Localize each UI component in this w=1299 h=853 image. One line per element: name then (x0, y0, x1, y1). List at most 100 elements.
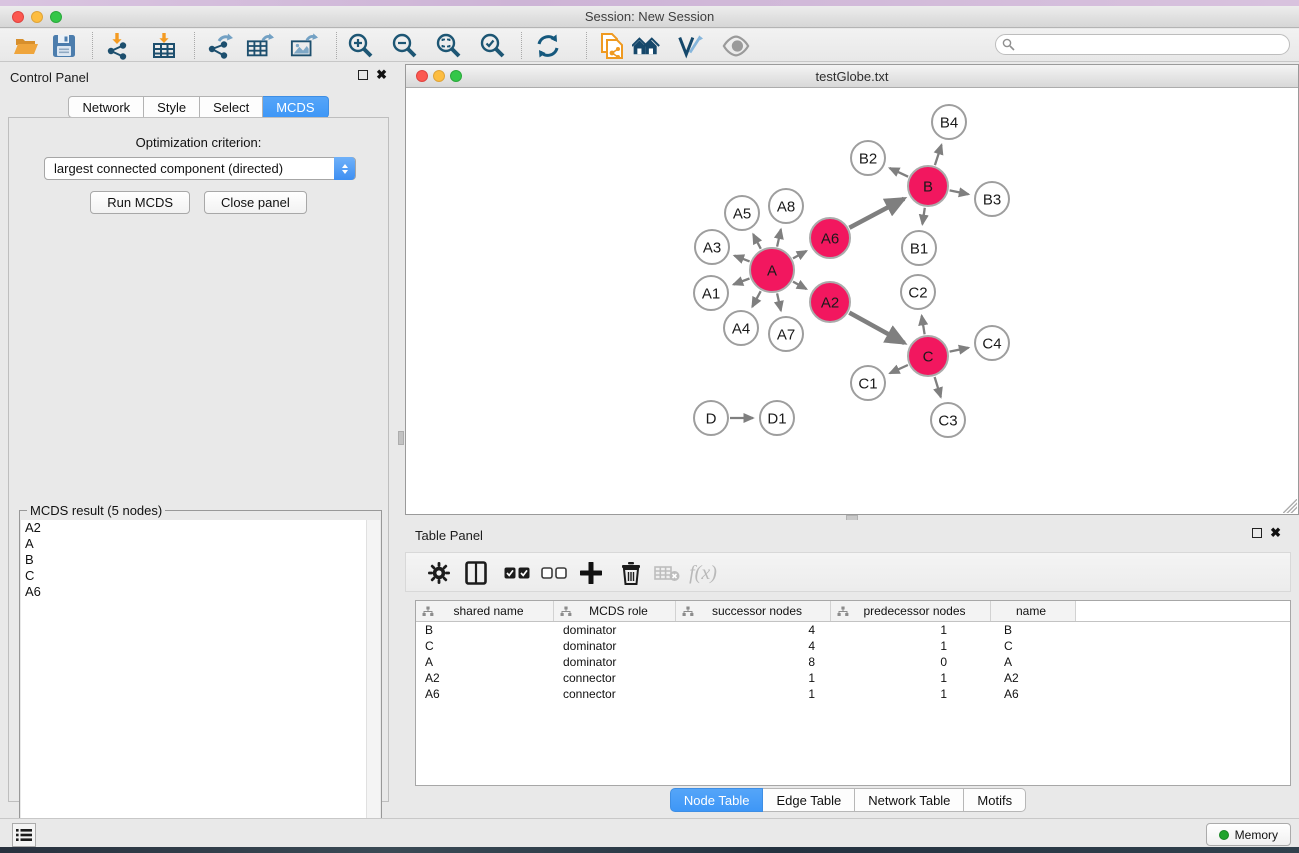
tab-motifs[interactable]: Motifs (964, 788, 1026, 812)
node-B2[interactable]: B2 (851, 141, 885, 175)
column-header-name[interactable]: name (991, 601, 1076, 621)
edge-B-B1[interactable] (922, 208, 924, 224)
edge-B-B2[interactable] (890, 168, 908, 177)
node-B[interactable]: B (908, 166, 948, 206)
open-file-icon[interactable] (12, 32, 40, 60)
tab-style[interactable]: Style (144, 96, 200, 118)
tab-network-table[interactable]: Network Table (855, 788, 964, 812)
cell[interactable]: 8 (676, 655, 831, 669)
edge-A-A1[interactable] (734, 279, 750, 285)
table-row[interactable]: Adominator80A (416, 654, 1290, 670)
node-B4[interactable]: B4 (932, 105, 966, 139)
float-panel-icon[interactable] (1252, 528, 1262, 538)
column-header-shared-name[interactable]: shared name (416, 601, 554, 621)
table-row[interactable]: A6connector11A6 (416, 686, 1290, 702)
zoom-in-icon[interactable] (347, 32, 375, 60)
cell[interactable]: A6 (416, 687, 554, 701)
close-panel-icon[interactable]: ✖ (1270, 528, 1281, 538)
node-A6[interactable]: A6 (810, 218, 850, 258)
criterion-dropdown[interactable]: largest connected component (directed) (44, 157, 356, 180)
cell[interactable]: A (416, 655, 554, 669)
cell[interactable]: dominator (554, 655, 676, 669)
node-B3[interactable]: B3 (975, 182, 1009, 216)
node-D1[interactable]: D1 (760, 401, 794, 435)
select-all-icon[interactable] (502, 559, 532, 587)
edge-A2-C[interactable] (849, 313, 904, 343)
node-A4[interactable]: A4 (724, 311, 758, 345)
close-panel-icon[interactable]: ✖ (376, 70, 387, 80)
task-history-button[interactable] (12, 823, 36, 847)
network-vertical-scrollbar[interactable] (398, 431, 404, 445)
cell[interactable]: A2 (991, 671, 1076, 685)
node-C2[interactable]: C2 (901, 275, 935, 309)
deselect-all-icon[interactable] (539, 559, 569, 587)
cell[interactable]: 4 (676, 623, 831, 637)
column-header-mcds-role[interactable]: MCDS role (554, 601, 676, 621)
result-item[interactable]: B (21, 552, 366, 568)
function-builder-icon[interactable]: f(x) (688, 559, 718, 587)
edge-A-A5[interactable] (753, 234, 761, 249)
delete-table-icon[interactable] (652, 559, 682, 587)
show-column-icon[interactable] (461, 559, 491, 587)
delete-column-icon[interactable] (616, 559, 646, 587)
cell[interactable]: B (416, 623, 554, 637)
run-mcds-button[interactable]: Run MCDS (90, 191, 190, 214)
edge-C-C3[interactable] (935, 377, 941, 397)
tab-mcds[interactable]: MCDS (263, 96, 328, 118)
edge-C-C2[interactable] (922, 316, 925, 335)
zoom-selected-icon[interactable] (479, 32, 507, 60)
node-A8[interactable]: A8 (769, 189, 803, 223)
node-B1[interactable]: B1 (902, 231, 936, 265)
add-column-icon[interactable] (576, 559, 606, 587)
cell[interactable]: dominator (554, 623, 676, 637)
node-D[interactable]: D (694, 401, 728, 435)
table-row[interactable]: A2connector11A2 (416, 670, 1290, 686)
tab-node-table[interactable]: Node Table (670, 788, 764, 812)
export-image-icon[interactable] (290, 32, 318, 60)
node-C3[interactable]: C3 (931, 403, 965, 437)
import-table-icon[interactable] (150, 32, 178, 60)
cell[interactable]: C (991, 639, 1076, 653)
memory-button[interactable]: Memory (1206, 823, 1291, 846)
result-scrollbar[interactable] (366, 520, 380, 849)
cell[interactable]: A6 (991, 687, 1076, 701)
node-A5[interactable]: A5 (725, 196, 759, 230)
cell[interactable]: A2 (416, 671, 554, 685)
node-A7[interactable]: A7 (769, 317, 803, 351)
column-header-successor-nodes[interactable]: successor nodes (676, 601, 831, 621)
cell[interactable]: 1 (831, 623, 991, 637)
cell[interactable]: 1 (676, 671, 831, 685)
result-item[interactable]: A6 (21, 584, 366, 600)
edge-A-A4[interactable] (752, 291, 760, 307)
edge-C-C1[interactable] (890, 365, 908, 373)
edge-B-B4[interactable] (935, 145, 942, 165)
hide-graphics-details-icon[interactable] (676, 32, 704, 60)
edge-A-A3[interactable] (734, 256, 749, 262)
edge-A-A7[interactable] (777, 293, 781, 310)
tab-select[interactable]: Select (200, 96, 263, 118)
export-table-icon[interactable] (246, 32, 274, 60)
network-canvas[interactable]: B4B2BB3A8A5A6A3B1AA1C2A2A4A7C4CC1C3DD1 (406, 88, 1298, 514)
table-row[interactable]: Bdominator41B (416, 622, 1290, 638)
edge-B-B3[interactable] (950, 190, 969, 194)
cell[interactable]: 1 (831, 671, 991, 685)
search-input[interactable] (1020, 36, 1282, 53)
result-item[interactable]: A2 (21, 520, 366, 536)
result-item[interactable]: A (21, 536, 366, 552)
zoom-out-icon[interactable] (391, 32, 419, 60)
column-header-predecessor-nodes[interactable]: predecessor nodes (831, 601, 991, 621)
node-table[interactable]: shared nameMCDS rolesuccessor nodesprede… (415, 600, 1291, 786)
cell[interactable]: B (991, 623, 1076, 637)
edge-C-C4[interactable] (950, 348, 969, 352)
new-network-from-selection-icon[interactable] (598, 32, 626, 60)
tab-network[interactable]: Network (68, 96, 144, 118)
cell[interactable]: 1 (831, 639, 991, 653)
edge-A-A2[interactable] (793, 282, 806, 289)
tab-edge-table[interactable]: Edge Table (763, 788, 855, 812)
refresh-icon[interactable] (534, 32, 562, 60)
cell[interactable]: connector (554, 671, 676, 685)
close-panel-button[interactable]: Close panel (204, 191, 307, 214)
node-A1[interactable]: A1 (694, 276, 728, 310)
cell[interactable]: dominator (554, 639, 676, 653)
show-graphics-details-icon[interactable] (722, 32, 750, 60)
